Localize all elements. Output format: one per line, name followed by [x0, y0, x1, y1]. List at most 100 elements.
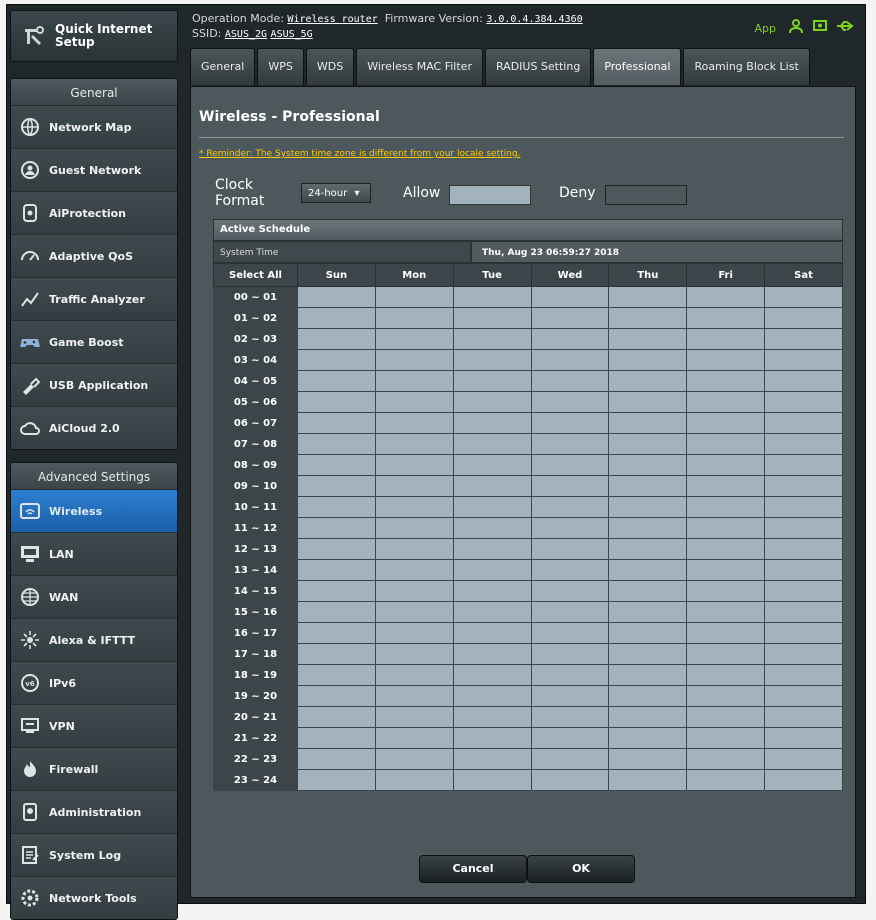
hour-label[interactable]: 15 ~ 16	[213, 601, 298, 623]
schedule-cell[interactable]	[374, 349, 454, 371]
schedule-cell[interactable]	[452, 475, 532, 497]
schedule-cell[interactable]	[764, 286, 843, 308]
day-header-fri[interactable]: Fri	[686, 263, 766, 287]
user-icon[interactable]	[788, 18, 804, 38]
schedule-cell[interactable]	[297, 643, 376, 665]
day-header-wed[interactable]: Wed	[530, 263, 610, 287]
schedule-cell[interactable]	[374, 769, 454, 791]
day-header-tue[interactable]: Tue	[452, 263, 532, 287]
schedule-cell[interactable]	[374, 475, 454, 497]
hour-label[interactable]: 05 ~ 06	[213, 391, 298, 413]
sidebar-item-adaptive-qos[interactable]: Adaptive QoS	[11, 234, 177, 277]
schedule-cell[interactable]	[764, 328, 843, 350]
schedule-cell[interactable]	[686, 643, 766, 665]
schedule-cell[interactable]	[686, 748, 766, 770]
schedule-cell[interactable]	[374, 643, 454, 665]
schedule-cell[interactable]	[297, 559, 376, 581]
schedule-cell[interactable]	[530, 412, 610, 434]
schedule-cell[interactable]	[530, 727, 610, 749]
hour-label[interactable]: 17 ~ 18	[213, 643, 298, 665]
schedule-cell[interactable]	[297, 349, 376, 371]
schedule-cell[interactable]	[686, 349, 766, 371]
schedule-cell[interactable]	[530, 580, 610, 602]
tab-radius-setting[interactable]: RADIUS Setting	[484, 48, 592, 85]
schedule-cell[interactable]	[374, 748, 454, 770]
schedule-cell[interactable]	[374, 538, 454, 560]
schedule-cell[interactable]	[530, 748, 610, 770]
schedule-cell[interactable]	[452, 307, 532, 329]
schedule-cell[interactable]	[608, 580, 688, 602]
tab-roaming-block-list[interactable]: Roaming Block List	[683, 48, 810, 85]
op-mode-link[interactable]: Wireless router	[287, 14, 377, 25]
schedule-cell[interactable]	[686, 769, 766, 791]
schedule-cell[interactable]	[764, 433, 843, 455]
schedule-cell[interactable]	[452, 496, 532, 518]
schedule-cell[interactable]	[686, 622, 766, 644]
hour-label[interactable]: 12 ~ 13	[213, 538, 298, 560]
sidebar-item-lan[interactable]: LAN	[11, 532, 177, 575]
schedule-cell[interactable]	[764, 559, 843, 581]
schedule-cell[interactable]	[374, 517, 454, 539]
schedule-cell[interactable]	[764, 391, 843, 413]
schedule-cell[interactable]	[764, 370, 843, 392]
schedule-cell[interactable]	[764, 643, 843, 665]
schedule-cell[interactable]	[686, 454, 766, 476]
schedule-cell[interactable]	[297, 391, 376, 413]
schedule-cell[interactable]	[374, 664, 454, 686]
sidebar-item-network-tools[interactable]: Network Tools	[11, 876, 177, 919]
schedule-cell[interactable]	[686, 328, 766, 350]
schedule-cell[interactable]	[764, 475, 843, 497]
hour-label[interactable]: 14 ~ 15	[213, 580, 298, 602]
schedule-cell[interactable]	[530, 328, 610, 350]
schedule-cell[interactable]	[297, 370, 376, 392]
firmware-link[interactable]: 3.0.0.4.384.4360	[486, 14, 582, 25]
tab-professional[interactable]: Professional	[593, 48, 682, 85]
schedule-cell[interactable]	[608, 643, 688, 665]
tab-wps[interactable]: WPS	[257, 48, 304, 85]
sidebar-item-alexa-ifttt[interactable]: Alexa & IFTTT	[11, 618, 177, 661]
hour-label[interactable]: 13 ~ 14	[213, 559, 298, 581]
tab-general[interactable]: General	[190, 48, 256, 85]
schedule-cell[interactable]	[530, 769, 610, 791]
schedule-cell[interactable]	[452, 643, 532, 665]
hour-label[interactable]: 08 ~ 09	[213, 454, 298, 476]
schedule-cell[interactable]	[452, 622, 532, 644]
schedule-cell[interactable]	[452, 370, 532, 392]
schedule-cell[interactable]	[374, 622, 454, 644]
sidebar-item-vpn[interactable]: VPN	[11, 704, 177, 747]
schedule-cell[interactable]	[686, 538, 766, 560]
schedule-cell[interactable]	[608, 664, 688, 686]
schedule-cell[interactable]	[530, 517, 610, 539]
schedule-cell[interactable]	[452, 412, 532, 434]
schedule-cell[interactable]	[686, 664, 766, 686]
schedule-cell[interactable]	[530, 433, 610, 455]
hour-label[interactable]: 20 ~ 21	[213, 706, 298, 728]
schedule-cell[interactable]	[297, 601, 376, 623]
schedule-cell[interactable]	[374, 412, 454, 434]
schedule-cell[interactable]	[374, 370, 454, 392]
schedule-cell[interactable]	[374, 580, 454, 602]
schedule-cell[interactable]	[530, 349, 610, 371]
schedule-cell[interactable]	[452, 559, 532, 581]
hour-label[interactable]: 03 ~ 04	[213, 349, 298, 371]
schedule-cell[interactable]	[686, 517, 766, 539]
schedule-cell[interactable]	[530, 538, 610, 560]
schedule-cell[interactable]	[452, 748, 532, 770]
schedule-cell[interactable]	[297, 475, 376, 497]
schedule-cell[interactable]	[530, 454, 610, 476]
schedule-cell[interactable]	[686, 580, 766, 602]
schedule-cell[interactable]	[297, 538, 376, 560]
sidebar-item-system-log[interactable]: System Log	[11, 833, 177, 876]
hour-label[interactable]: 10 ~ 11	[213, 496, 298, 518]
schedule-cell[interactable]	[530, 664, 610, 686]
schedule-cell[interactable]	[452, 538, 532, 560]
schedule-cell[interactable]	[686, 685, 766, 707]
schedule-cell[interactable]	[374, 706, 454, 728]
sidebar-item-network-map[interactable]: Network Map	[11, 105, 177, 148]
network-status-icon[interactable]	[812, 18, 828, 38]
sidebar-item-guest-network[interactable]: Guest Network	[11, 148, 177, 191]
schedule-cell[interactable]	[297, 664, 376, 686]
schedule-cell[interactable]	[297, 328, 376, 350]
schedule-cell[interactable]	[686, 706, 766, 728]
day-header-sat[interactable]: Sat	[764, 263, 843, 287]
